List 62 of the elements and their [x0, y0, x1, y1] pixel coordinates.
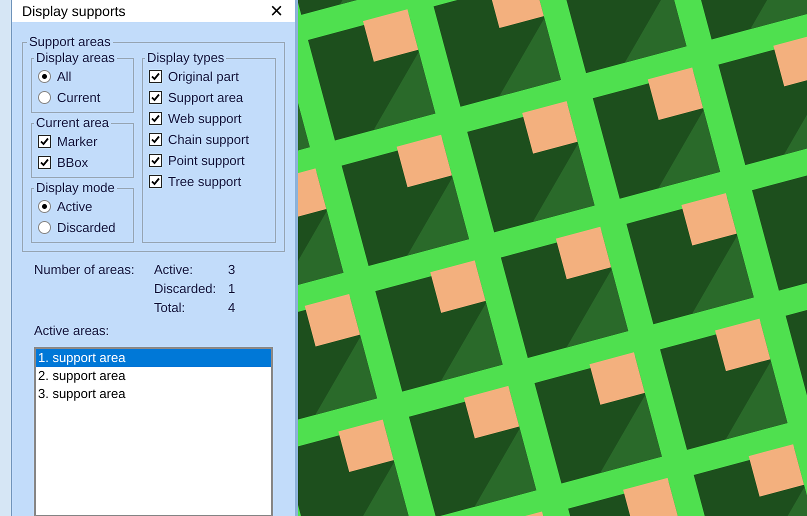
- checkmark-icon: [151, 93, 160, 102]
- radio-label: Current: [57, 88, 100, 107]
- count-value: 4: [228, 299, 236, 317]
- group-label: Support areas: [28, 34, 112, 50]
- radio-button[interactable]: [38, 91, 51, 104]
- count-name: Active:: [154, 261, 194, 279]
- list-item[interactable]: 2. support area: [36, 366, 271, 384]
- count-value: 1: [228, 280, 236, 298]
- radio-label: Active: [57, 198, 92, 216]
- radio-option[interactable]: Active: [38, 196, 127, 217]
- radio-button[interactable]: [38, 200, 51, 213]
- checkmark-icon: [151, 72, 160, 81]
- checkbox-label: Marker: [57, 132, 98, 151]
- checkbox[interactable]: [149, 91, 162, 104]
- checkbox[interactable]: [38, 135, 51, 148]
- group-label: Display mode: [35, 180, 116, 196]
- radio-label: All: [57, 68, 72, 86]
- checkbox-option[interactable]: Original part: [149, 66, 269, 87]
- list-item[interactable]: 3. support area: [36, 384, 271, 402]
- checkbox[interactable]: [149, 112, 162, 125]
- checkmark-icon: [40, 137, 49, 146]
- checkmark-icon: [151, 177, 160, 186]
- list-label: Active areas:: [33, 322, 110, 340]
- checkbox-label: Original part: [168, 68, 239, 86]
- count-value: 3: [228, 261, 236, 279]
- checkbox-option[interactable]: Support area: [149, 87, 269, 108]
- checkbox-option[interactable]: BBox: [38, 152, 127, 173]
- checkbox[interactable]: [149, 70, 162, 83]
- radio-button[interactable]: [38, 70, 51, 83]
- checkmark-icon: [151, 135, 160, 144]
- group-label: Display types: [146, 50, 226, 66]
- count-label: Number of areas:: [34, 261, 136, 279]
- radio-label: Discarded: [57, 218, 116, 237]
- count-name: Total:: [154, 299, 186, 317]
- window-title: Display supports: [22, 2, 126, 21]
- checkbox[interactable]: [149, 154, 162, 167]
- checkbox[interactable]: [149, 133, 162, 146]
- checkbox-label: Chain support: [168, 130, 249, 149]
- checkbox-option[interactable]: Tree support: [149, 171, 269, 192]
- checkbox-option[interactable]: Chain support: [149, 129, 269, 150]
- close-button[interactable]: ×: [268, 0, 285, 22]
- radio-button[interactable]: [38, 221, 51, 234]
- checkbox-option[interactable]: Web support: [149, 108, 269, 129]
- checkbox-label: Web support: [168, 110, 242, 128]
- list-item[interactable]: 1. support area: [36, 348, 271, 366]
- checkbox-label: Support area: [168, 88, 244, 107]
- checkbox[interactable]: [38, 156, 51, 169]
- radio-option[interactable]: All: [38, 66, 127, 87]
- checkbox-option[interactable]: Marker: [38, 131, 127, 152]
- radio-option[interactable]: Discarded: [38, 217, 127, 238]
- checkbox-label: Tree support: [168, 172, 242, 191]
- checkmark-icon: [40, 158, 49, 167]
- checkbox-label: Point support: [168, 152, 245, 170]
- checkbox[interactable]: [149, 175, 162, 188]
- checkmark-icon: [151, 156, 160, 165]
- checkmark-icon: [151, 114, 160, 123]
- checkbox-option[interactable]: Point support: [149, 150, 269, 171]
- checkbox-label: BBox: [57, 154, 88, 172]
- count-name: Discarded:: [154, 280, 218, 298]
- group-label: Current area: [35, 115, 110, 131]
- radio-option[interactable]: Current: [38, 87, 127, 108]
- group-label: Display areas: [35, 50, 116, 66]
